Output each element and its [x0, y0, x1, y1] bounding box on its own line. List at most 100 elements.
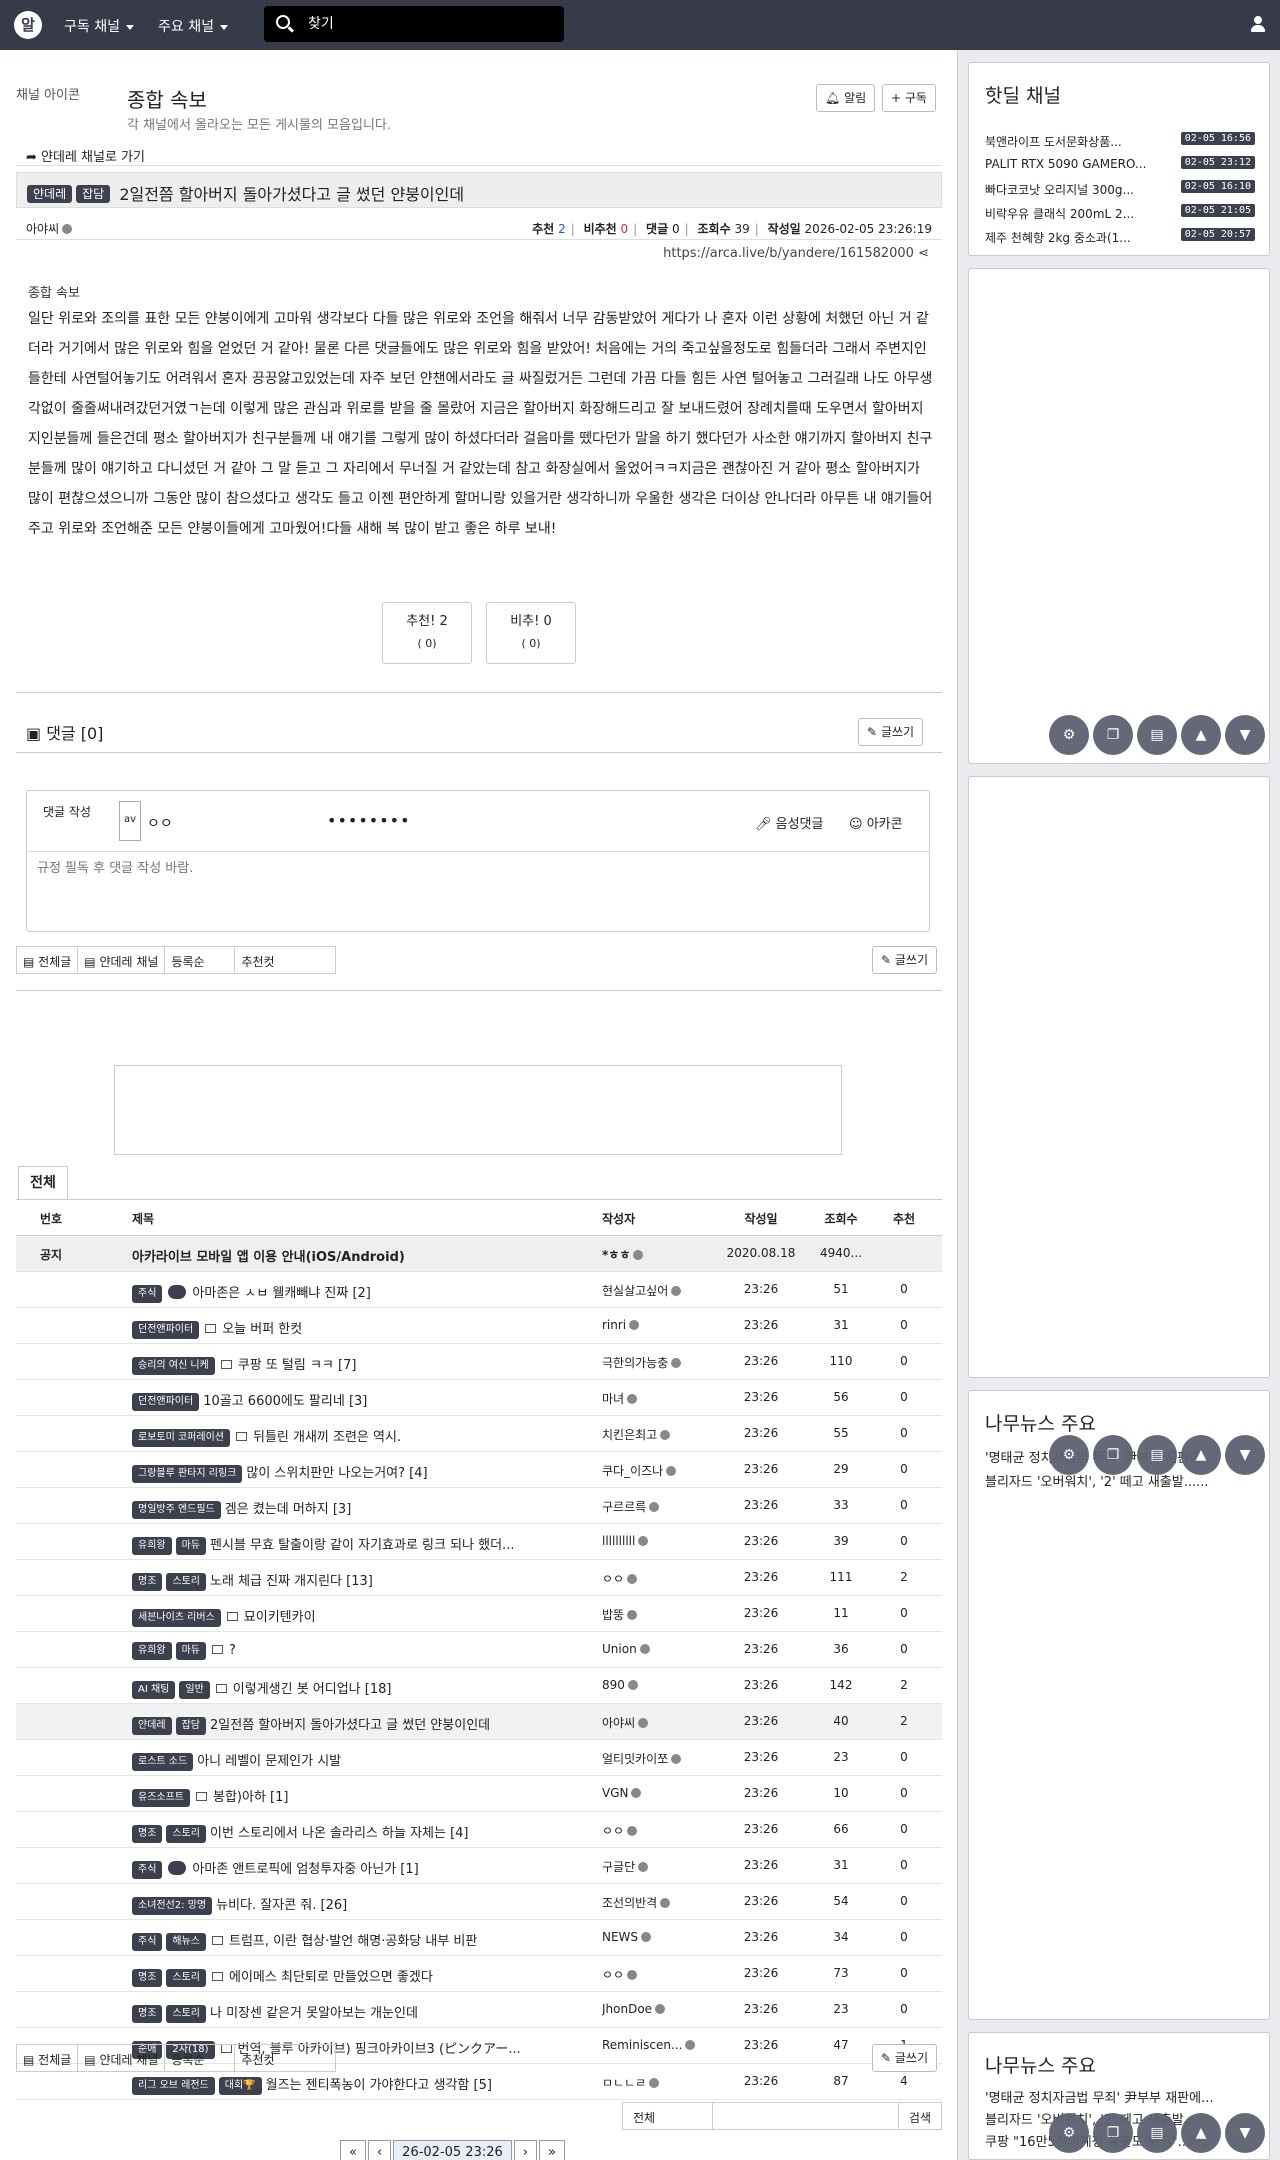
hotdeal-item[interactable]: 빠다코코낫 오리지널 300g... 02-05 16:10 — [985, 179, 1255, 201]
category-badge[interactable]: 얀데레 — [27, 185, 73, 203]
category-badge[interactable]: 던전앤파이터 — [132, 1393, 200, 1411]
tab-sort[interactable]: 등록순 — [165, 947, 236, 973]
table-row[interactable]: 소녀전선2: 망명 뉴비다. 잘자콘 줘. [26] 조선의반격 23:26 54… — [16, 1884, 942, 1920]
category-badge[interactable]: 명조 — [132, 1969, 163, 1987]
table-row[interactable]: 명조 스토리 이번 스토리에서 나온 솔라리스 하늘 자체는 [4] ㅇㅇ 23:2… — [16, 1812, 942, 1848]
user-icon[interactable] — [1250, 16, 1266, 32]
table-row[interactable]: 유희왕 마듀 펜시블 무효 탈출이랑 같이 자기효과로 링크 되나 했더... ll… — [16, 1524, 942, 1560]
tab-sort[interactable]: 등록순 — [165, 2045, 236, 2071]
row-title[interactable]: 유희왕 마듀? — [132, 1642, 592, 1660]
write-button[interactable]: ✎ 글쓰기 — [872, 946, 937, 974]
gear-icon[interactable]: ⚙ — [1049, 2113, 1089, 2153]
category-badge[interactable]: 스토리 — [166, 1573, 207, 1591]
table-row[interactable]: 세븐나이츠 리버스 묘이키텐카이 밥뚱 23:26 11 0 — [16, 1596, 942, 1632]
first-page-button[interactable]: « — [340, 2140, 366, 2160]
row-author[interactable]: Reminiscen... — [602, 2038, 712, 2052]
row-author[interactable]: ㅇㅇ — [602, 1966, 712, 1983]
search-icon[interactable] — [276, 15, 290, 29]
nickname-field[interactable]: ㅇㅇ — [147, 813, 173, 833]
row-author[interactable]: JhonDoe — [602, 2002, 712, 2016]
news-title[interactable]: 나무뉴스 주요 — [985, 1409, 1096, 1436]
downvote-button[interactable]: 비추! 0 ( 0) — [486, 602, 576, 664]
goto-channel-link[interactable]: ➦ 얀데레 채널로 가기 — [26, 146, 145, 165]
row-author[interactable]: 구르르륵 — [602, 1498, 712, 1515]
category-badge[interactable]: 유희왕 — [132, 1537, 172, 1555]
arcacon-button[interactable]: ☺ 아카콘 — [849, 813, 903, 832]
category-badge[interactable]: 주식 — [132, 1285, 163, 1303]
main-channels-menu[interactable]: 주요 채널 — [158, 16, 228, 36]
row-title[interactable]: 소녀전선2: 망명 뉴비다. 잘자콘 줘. [26] — [132, 1894, 592, 1915]
scroll-down-icon[interactable]: ▼ — [1225, 715, 1265, 755]
row-title[interactable]: 얀데레 잡담 2일전쯤 할아버지 돌아가셨다고 글 썼던 얀붕이인데 — [132, 1714, 592, 1735]
category-badge[interactable]: 소녀전선2: 망명 — [132, 1897, 213, 1915]
row-author[interactable]: VGN — [602, 1786, 712, 1800]
row-author[interactable]: 얼티밋카이쪼 — [602, 1750, 712, 1767]
scroll-up-icon[interactable]: ▲ — [1181, 715, 1221, 755]
comments-icon[interactable]: ❐ — [1093, 1435, 1133, 1475]
category-badge[interactable]: AI 채팅 — [132, 1681, 176, 1699]
hotdeal-item[interactable]: 제주 천혜향 2kg 중소과(1... 02-05 20:57 — [985, 227, 1255, 249]
table-row[interactable]: 주식 아마존 앤트로픽에 엄청투자중 아닌가 [1] 구글단 23:26 31 0 — [16, 1848, 942, 1884]
category-badge[interactable]: 얀데레 — [132, 1717, 172, 1735]
category-badge[interactable]: 주식 — [132, 1933, 163, 1951]
hotdeal-title[interactable]: 핫딜 채널 — [985, 81, 1061, 108]
row-author[interactable]: 구글단 — [602, 1858, 712, 1875]
article-url[interactable]: https://arca.live/b/yandere/161582000 ⋖ — [663, 246, 929, 261]
category-badge[interactable]: 리그 오브 레전드 — [132, 2077, 215, 2095]
row-title[interactable]: 주식 해뉴스 트럼프, 이란 협상·발언 해명·공화당 내부 비판 — [132, 1930, 592, 1951]
arcalive-logo-icon[interactable]: 알 — [14, 11, 42, 39]
category-badge[interactable]: 그랑블루 판타지 리링크 — [132, 1465, 243, 1483]
category-badge[interactable]: 잡담 — [76, 185, 111, 203]
board-title[interactable]: 종합 속보 — [127, 84, 207, 113]
row-author[interactable]: 마녀 — [602, 1390, 712, 1407]
row-author[interactable]: rinri — [602, 1318, 712, 1332]
row-author[interactable]: 조선의반격 — [602, 1894, 712, 1911]
board-search-input[interactable] — [713, 2103, 899, 2129]
row-author[interactable]: 치킨은최고 — [602, 1426, 712, 1443]
table-row[interactable]: AI 채팅 일반 이렇게생긴 봇 어디업나 [18] 890 23:26 142 2 — [16, 1668, 942, 1704]
table-row[interactable]: 로보토미 코퍼레이션 뒤틀린 개새끼 조련은 역시. 치킨은최고 23:26 55… — [16, 1416, 942, 1452]
table-row[interactable]: 명조 스토리 나 미장센 같은거 못알아보는 개눈인데 JhonDoe 23:26 … — [16, 1992, 942, 2028]
write-button-bottom[interactable]: ✎ 글쓰기 — [872, 2044, 937, 2072]
row-title[interactable]: 주식 아마존 앤트로픽에 엄청투자중 아닌가 [1] — [132, 1858, 592, 1879]
row-title[interactable]: 유희왕 마듀 펜시블 무효 탈출이랑 같이 자기효과로 링크 되나 했더... — [132, 1534, 592, 1555]
next-page-button[interactable]: › — [513, 2140, 537, 2160]
category-badge[interactable]: 승리의 여신 니케 — [132, 1357, 215, 1375]
row-author[interactable]: 아야씨 — [602, 1714, 712, 1731]
category-badge[interactable]: 스토리 — [166, 1969, 207, 1987]
row-title[interactable]: 세븐나이츠 리버스 묘이키텐카이 — [132, 1606, 592, 1627]
password-field[interactable]: •••••••• — [327, 811, 411, 830]
table-row[interactable]: 명조 스토리 노래 체급 진짜 개지린다 [13] ㅇㅇ 23:26 111 2 — [16, 1560, 942, 1596]
tab-all[interactable]: ▤ 전체글 — [17, 947, 79, 973]
list-icon[interactable]: ▤ — [1137, 1435, 1177, 1475]
gear-icon[interactable]: ⚙ — [1049, 1435, 1089, 1475]
list-tab-all[interactable]: 전체 — [18, 1166, 68, 1200]
table-row[interactable]: 유희왕 마듀? Union 23:26 36 0 — [16, 1632, 942, 1668]
tab-best[interactable]: 추천컷 — [235, 2045, 309, 2071]
row-author[interactable]: ㅇㅇ — [602, 1570, 712, 1587]
category-badge[interactable]: 잡담 — [175, 1717, 207, 1735]
voice-comment-button[interactable]: 🎤︎ 음성댓글 — [755, 813, 823, 832]
subscribe-button[interactable]: + 구독 — [882, 84, 936, 112]
row-title[interactable]: 유즈소프트 봉합)아하 [1] — [132, 1786, 592, 1807]
row-title[interactable]: 아카라이브 모바일 앱 이용 안내(iOS/Android) — [132, 1246, 592, 1265]
comments-icon[interactable]: ❐ — [1093, 2113, 1133, 2153]
ad-slot[interactable] — [968, 776, 1270, 1378]
row-author[interactable]: 밥뚱 — [602, 1606, 712, 1623]
category-badge[interactable]: 스토리 — [166, 1825, 207, 1843]
comment-textarea[interactable] — [37, 857, 917, 923]
upvote-button[interactable]: 추천! 2 ( 0) — [382, 602, 472, 664]
scroll-down-icon[interactable]: ▼ — [1225, 2113, 1265, 2153]
category-badge[interactable]: 마듀 — [175, 1642, 207, 1660]
category-badge[interactable]: 던전앤파이터 — [132, 1321, 200, 1339]
notice-row[interactable]: 공지 아카라이브 모바일 앱 이용 안내(iOS/Android) *ㅎㅎ 20… — [16, 1236, 942, 1272]
table-row[interactable]: 유즈소프트 봉합)아하 [1] VGN 23:26 10 0 — [16, 1776, 942, 1812]
table-row[interactable]: 던전앤파이터 오늘 버퍼 한컷 rinri 23:26 31 0 — [16, 1308, 942, 1344]
news-item[interactable]: 블리자드 '오버워치', '2' 떼고 새출발...... — [985, 1471, 1261, 1490]
category-badge[interactable]: 세븐나이츠 리버스 — [132, 1609, 221, 1627]
row-title[interactable]: 리그 오브 레전드 대회🏆 월즈는 젠티폭농이 가야한다고 생각함 [5] — [132, 2074, 592, 2095]
list-icon[interactable]: ▤ — [1137, 2113, 1177, 2153]
row-author[interactable]: Union — [602, 1642, 712, 1656]
tab-channel[interactable]: ▤ 얀데레 채널 — [78, 2045, 166, 2071]
row-author[interactable]: NEWS — [602, 1930, 712, 1944]
